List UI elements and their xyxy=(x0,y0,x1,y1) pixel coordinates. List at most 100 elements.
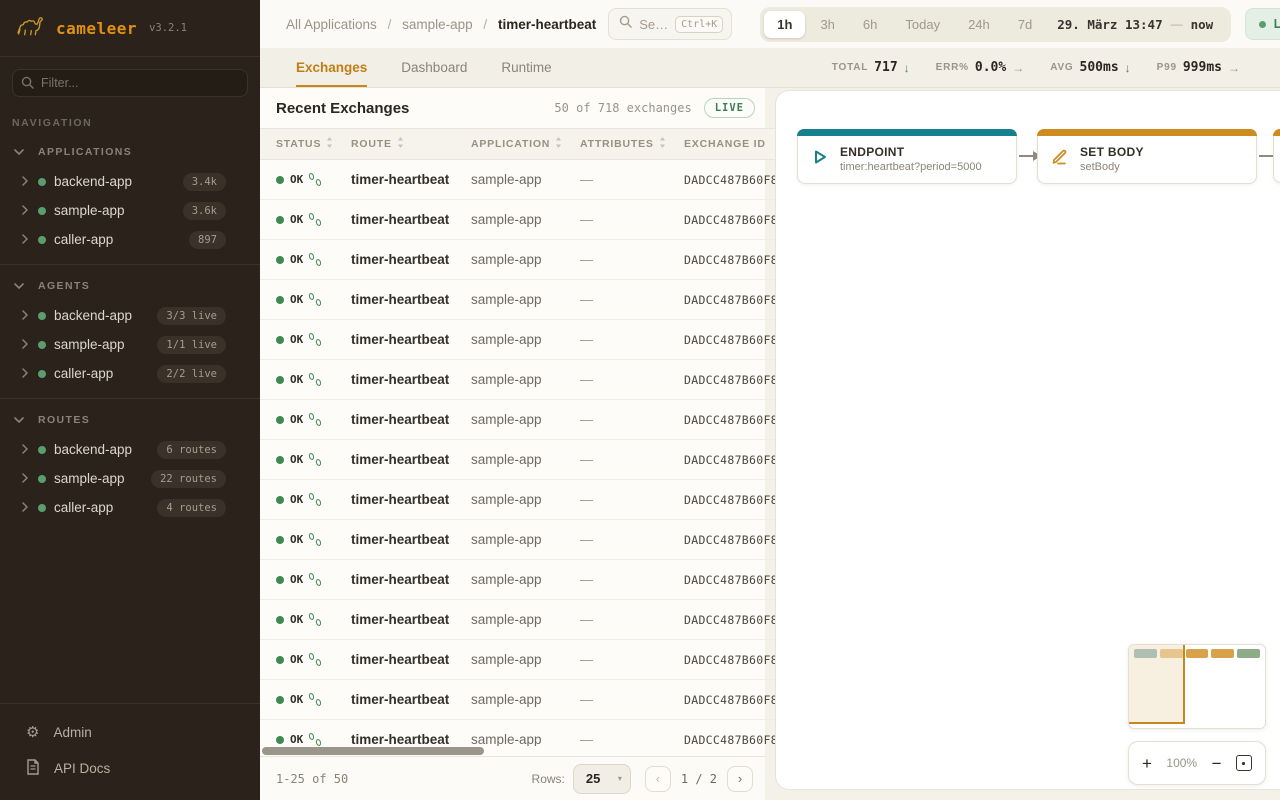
zoom-in-button[interactable]: + xyxy=(1142,755,1152,772)
pencil-icon xyxy=(1050,147,1070,172)
section-agents[interactable]: AGENTS xyxy=(0,267,260,301)
breadcrumb-root[interactable]: All Applications xyxy=(286,17,377,32)
breadcrumb-app[interactable]: sample-app xyxy=(402,17,473,32)
flow-minimap[interactable] xyxy=(1128,644,1266,729)
live-badge: 1/1 live xyxy=(157,336,226,354)
count-badge: 3.6k xyxy=(183,202,226,220)
time-range-today[interactable]: Today xyxy=(892,11,953,38)
application-cell: sample-app xyxy=(471,492,580,507)
pagination-bar: 1-25 of 50 Rows: 25 ▾ ‹ 1 / 2 › xyxy=(260,756,765,800)
application-cell: sample-app xyxy=(471,572,580,587)
route-cell: timer-heartbeat xyxy=(351,172,471,187)
application-cell: sample-app xyxy=(471,292,580,307)
node-color-bar xyxy=(1273,129,1280,136)
tab-runtime[interactable]: Runtime xyxy=(501,48,551,87)
gear-icon: ⚙ xyxy=(26,725,39,740)
breadcrumb-separator: / xyxy=(388,17,392,32)
sidebar-item-applications-sample-app[interactable]: sample-app 3.6k xyxy=(0,196,260,225)
column-header-status[interactable]: STATUS xyxy=(276,137,351,151)
sidebar-item-applications-caller-app[interactable]: caller-app 897 xyxy=(0,225,260,254)
application-cell: sample-app xyxy=(471,692,580,707)
sort-icon[interactable] xyxy=(659,137,666,151)
attributes-cell: — xyxy=(580,452,684,467)
minimap-viewport[interactable] xyxy=(1128,644,1185,724)
time-range-selector: 1h 3h 6h Today 24h 7d 29. März 13:47 — n… xyxy=(760,7,1231,42)
chevron-down-icon xyxy=(14,411,24,429)
flow-node-cropped[interactable] xyxy=(1273,129,1280,183)
rows-per-page-label: Rows: xyxy=(532,772,565,786)
application-cell: sample-app xyxy=(471,412,580,427)
trend-flat-icon: → xyxy=(1012,61,1024,75)
status-ok-dot xyxy=(276,696,284,704)
time-range-6h[interactable]: 6h xyxy=(850,11,890,38)
status-text: OK xyxy=(290,173,303,186)
time-range-7d[interactable]: 7d xyxy=(1005,11,1045,38)
live-toggle-label: LIVE xyxy=(1273,17,1280,31)
status-ok-dot xyxy=(276,656,284,664)
sidebar-item-label: caller-app xyxy=(54,500,157,515)
live-toggle-button[interactable]: LIVE xyxy=(1245,8,1280,40)
time-range-3h[interactable]: 3h xyxy=(807,11,847,38)
status-ok-dot xyxy=(276,736,284,744)
sidebar-item-agents-caller-app[interactable]: caller-app 2/2 live xyxy=(0,359,260,388)
scrollbar-thumb[interactable] xyxy=(262,747,484,755)
flow-node-endpoint[interactable]: ENDPOINT timer:heartbeat?period=5000 xyxy=(797,129,1017,184)
chevron-right-icon xyxy=(22,307,28,325)
status-ok-dot xyxy=(276,576,284,584)
sidebar-item-applications-backend-app[interactable]: backend-app 3.4k xyxy=(0,167,260,196)
date-range-display[interactable]: 29. März 13:47 — now xyxy=(1047,17,1227,32)
status-ok-dot xyxy=(276,536,284,544)
section-title: APPLICATIONS xyxy=(38,146,132,158)
prev-page-button[interactable]: ‹ xyxy=(645,766,671,792)
chevron-right-icon xyxy=(22,202,28,220)
sidebar-item-agents-sample-app[interactable]: sample-app 1/1 live xyxy=(0,330,260,359)
tab-dashboard[interactable]: Dashboard xyxy=(401,48,467,87)
sidebar-item-agents-backend-app[interactable]: backend-app 3/3 live xyxy=(0,301,260,330)
breadcrumb-separator: / xyxy=(483,17,487,32)
route-cell: timer-heartbeat xyxy=(351,612,471,627)
status-dot xyxy=(38,446,46,454)
sidebar-item-api-docs[interactable]: API Docs xyxy=(0,750,260,786)
rows-per-page-select[interactable]: 25 ▾ xyxy=(573,764,631,794)
application-cell: sample-app xyxy=(471,332,580,347)
hops-icon xyxy=(309,413,321,426)
global-search-button[interactable]: Se… Ctrl+K xyxy=(608,8,732,40)
routes-badge: 4 routes xyxy=(157,499,226,517)
node-color-bar xyxy=(1037,129,1257,136)
filter-input[interactable] xyxy=(12,69,248,97)
sidebar-item-label: backend-app xyxy=(54,174,183,189)
chevron-right-icon xyxy=(22,231,28,249)
column-header-attributes[interactable]: ATTRIBUTES xyxy=(580,137,684,151)
section-applications[interactable]: APPLICATIONS xyxy=(0,133,260,167)
attributes-cell: — xyxy=(580,652,684,667)
sidebar-item-routes-sample-app[interactable]: sample-app 22 routes xyxy=(0,464,260,493)
fit-view-button[interactable] xyxy=(1236,755,1252,771)
sidebar-item-routes-caller-app[interactable]: caller-app 4 routes xyxy=(0,493,260,522)
status-ok-dot xyxy=(276,496,284,504)
route-flow-canvas[interactable]: ENDPOINT timer:heartbeat?period=5000 SET… xyxy=(775,90,1280,790)
time-range-24h[interactable]: 24h xyxy=(955,11,1003,38)
count-badge: 3.4k xyxy=(183,173,226,191)
sidebar-item-routes-backend-app[interactable]: backend-app 6 routes xyxy=(0,435,260,464)
live-badge: 2/2 live xyxy=(157,365,226,383)
column-header-application[interactable]: APPLICATION xyxy=(471,137,580,151)
flow-node-set-body[interactable]: SET BODY setBody xyxy=(1037,129,1257,184)
chevron-right-icon xyxy=(22,336,28,354)
status-text: OK xyxy=(290,453,303,466)
route-cell: timer-heartbeat xyxy=(351,252,471,267)
time-range-1h[interactable]: 1h xyxy=(764,11,805,38)
column-header-route[interactable]: ROUTE xyxy=(351,137,471,151)
chevron-right-icon xyxy=(22,173,28,191)
zoom-out-button[interactable]: − xyxy=(1212,755,1222,772)
next-page-button[interactable]: › xyxy=(727,766,753,792)
sort-icon[interactable] xyxy=(326,137,333,151)
section-routes[interactable]: ROUTES xyxy=(0,401,260,435)
sort-icon[interactable] xyxy=(397,137,404,151)
sort-icon[interactable] xyxy=(555,137,562,151)
hops-icon xyxy=(309,173,321,186)
sidebar-item-admin[interactable]: ⚙ Admin xyxy=(0,714,260,750)
trend-down-icon: ↓ xyxy=(1125,61,1131,75)
app-version: v3.2.1 xyxy=(149,22,187,34)
stat-error-rate: ERR% 0.0% → xyxy=(936,60,1025,75)
tab-exchanges[interactable]: Exchanges xyxy=(296,48,367,87)
